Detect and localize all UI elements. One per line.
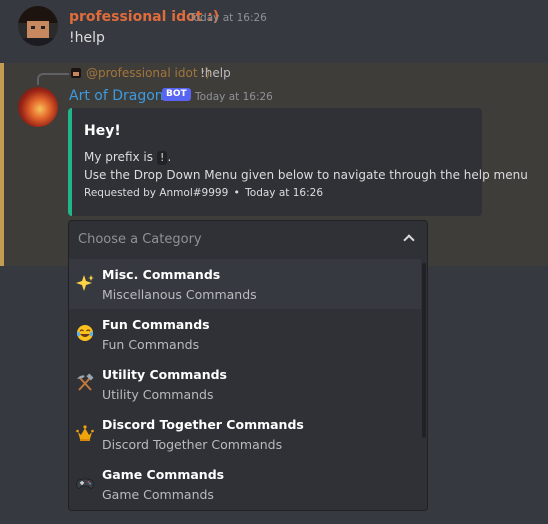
reply-text[interactable]: !help (200, 66, 231, 80)
option-game-commands[interactable]: Game Commands Game Commands (69, 459, 421, 509)
prefix-code: ! (156, 151, 168, 165)
reply-spine (37, 73, 69, 85)
avatar[interactable] (18, 6, 58, 46)
desc-prefix-text: My prefix is (84, 150, 153, 164)
option-discord-together-commands[interactable]: Discord Together Commands Discord Togeth… (69, 409, 421, 459)
option-label: Fun Commands (102, 317, 210, 332)
game-controller-icon (75, 473, 95, 493)
embed-desc-line2: Use the Drop Down Menu given below to na… (84, 168, 528, 182)
embed-description: My prefix is !. Use the Drop Down Menu g… (84, 148, 528, 184)
bot-avatar[interactable] (18, 87, 58, 127)
reply-mention[interactable]: @professional idot :) (86, 66, 210, 80)
bot-badge: BOT (162, 88, 191, 101)
option-description: Fun Commands (102, 337, 200, 352)
sparkles-icon (75, 273, 95, 293)
timestamp: Today at 16:26 (195, 91, 273, 103)
option-description: Game Commands (102, 487, 214, 502)
menu-scrollbar[interactable] (422, 263, 426, 438)
joy-face-icon (75, 323, 95, 343)
option-description: Miscellanous Commands (102, 287, 257, 302)
option-label: Misc. Commands (102, 267, 221, 282)
hammer-pick-icon (75, 373, 95, 393)
crown-icon (75, 423, 95, 443)
option-misc-commands[interactable]: Misc. Commands Miscellanous Commands (69, 259, 421, 309)
help-embed: Hey! My prefix is !. Use the Drop Down M… (68, 108, 528, 216)
timestamp: Today at 16:26 (189, 12, 267, 24)
option-utility-commands[interactable]: Utility Commands Utility Commands (69, 359, 421, 409)
select-placeholder: Choose a Category (78, 232, 202, 247)
message-content: !help (69, 30, 105, 46)
category-menu: Misc. Commands Miscellanous Commands Fun… (68, 259, 428, 511)
embed-title: Hey! (84, 123, 121, 139)
bot-author-name[interactable]: Art of Dragons (69, 88, 171, 104)
footer-separator: • (233, 187, 240, 199)
option-label: Game Commands (102, 467, 225, 482)
embed-desc-line1: My prefix is !. (84, 148, 528, 166)
option-fun-commands[interactable]: Fun Commands Fun Commands (69, 309, 421, 359)
chevron-up-icon[interactable] (403, 234, 415, 246)
footer-author: Requested by Anmol#9999 (84, 187, 229, 199)
option-label: Utility Commands (102, 367, 227, 382)
footer-time: Today at 16:26 (245, 187, 324, 199)
desc-suffix: . (167, 150, 172, 164)
embed-footer: Requested by Anmol#9999 • Today at 16:26 (84, 187, 323, 199)
option-label: Discord Together Commands (102, 417, 304, 432)
message-professional-idot: professional idot :) Today at 16:26 !hel… (0, 0, 548, 62)
reply-avatar[interactable] (71, 68, 81, 78)
option-description: Discord Together Commands (102, 437, 283, 452)
category-select[interactable]: Choose a Category (68, 220, 428, 260)
option-description: Utility Commands (102, 387, 214, 402)
